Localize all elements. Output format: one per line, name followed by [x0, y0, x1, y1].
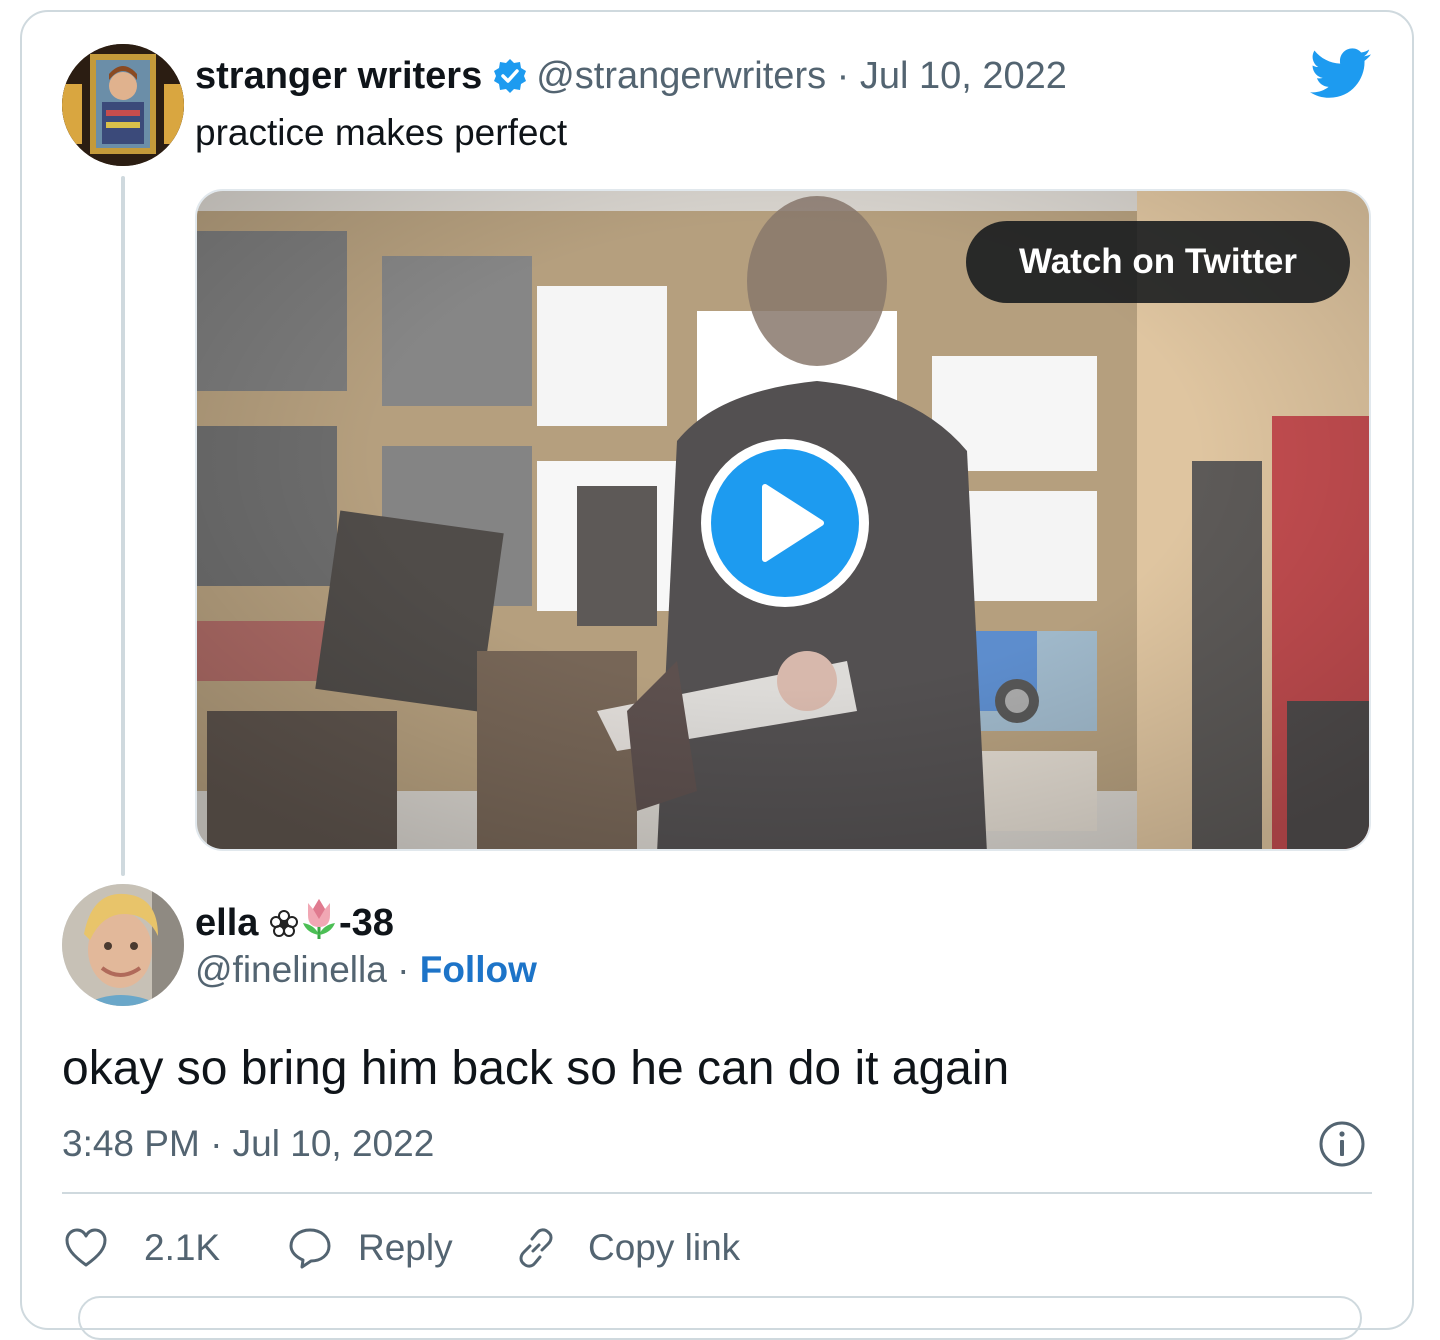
heart-icon — [65, 1228, 107, 1267]
watch-on-twitter-button[interactable]: Watch on Twitter — [966, 221, 1350, 303]
author-display-name: ella — [195, 902, 259, 944]
author-handle-line: @finelinella · Follow — [195, 946, 537, 994]
quoted-tweet-text: practice makes perfect — [195, 112, 568, 153]
info-icon[interactable] — [1318, 1120, 1366, 1168]
quoted-author-name[interactable]: stranger writers — [195, 55, 482, 97]
copy-link-label: Copy link — [588, 1227, 741, 1268]
reply-button[interactable]: Reply — [286, 1220, 466, 1276]
thread-connector-line — [121, 176, 125, 876]
reply-label: Reply — [358, 1227, 453, 1268]
like-button[interactable]: 2.1K — [62, 1220, 232, 1276]
copy-link-button[interactable]: Copy link — [512, 1220, 762, 1276]
tulip-icon — [299, 895, 339, 953]
author-handle[interactable]: @finelinella — [195, 949, 387, 990]
twitter-bird-icon[interactable] — [1310, 48, 1372, 100]
finelinella-avatar[interactable] — [62, 884, 184, 1006]
tweet-text: okay so bring him back so he can do it a… — [62, 1042, 1010, 1095]
play-icon[interactable] — [697, 435, 873, 611]
header-separator: · — [836, 55, 850, 97]
tweet-timestamp[interactable]: 3:48 PM · Jul 10, 2022 — [62, 1120, 434, 1168]
actions-divider — [62, 1192, 1372, 1194]
verified-badge-icon — [492, 58, 528, 106]
link-icon — [519, 1228, 553, 1268]
author-name-suffix: -38 — [338, 902, 394, 944]
like-count: 2.1K — [144, 1227, 221, 1268]
quoted-tweet-header: stranger writers @strangerwriters · Jul 1… — [195, 52, 1067, 106]
read-replies-button[interactable] — [78, 1296, 1362, 1340]
author-name[interactable]: ella -38 — [195, 895, 394, 953]
strangerwriters-avatar[interactable] — [62, 44, 184, 166]
handle-separator: · — [397, 949, 410, 990]
quoted-tweet-date[interactable]: Jul 10, 2022 — [860, 55, 1067, 97]
video-player[interactable]: Watch on Twitter — [195, 189, 1371, 851]
follow-button[interactable]: Follow — [420, 949, 537, 990]
reply-bubble-icon — [289, 1228, 331, 1269]
quoted-author-handle[interactable]: @strangerwriters — [536, 55, 826, 97]
